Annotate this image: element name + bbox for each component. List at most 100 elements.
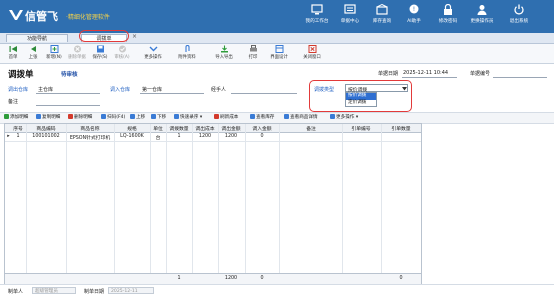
nav-inventory-query[interactable]: 库存查询: [366, 4, 398, 32]
attachment-button[interactable]: 附件资料: [173, 45, 201, 62]
remark-field[interactable]: [38, 98, 98, 104]
in-warehouse-field[interactable]: 第一仓库: [142, 86, 162, 93]
cell-out-amount[interactable]: 1200: [219, 134, 243, 139]
col-divider: [218, 124, 219, 284]
out-warehouse-field[interactable]: 主仓库: [38, 86, 53, 93]
tab-label: 功能导航: [26, 36, 47, 42]
cell-out-cost[interactable]: 1200: [193, 134, 217, 139]
gb-label: 查看商品详情: [290, 115, 318, 120]
gb-label: 查看库存: [256, 115, 275, 120]
toolbar-label: 新增(N): [46, 55, 62, 60]
view-product-detail-button[interactable]: 查看商品详情: [284, 114, 318, 122]
add-detail-button[interactable]: 添加明细: [4, 114, 28, 122]
table-header: 序号 商品编码 商品名称 规格 单位 调拨数量 调出成本 调出金额 调入金额 备…: [5, 124, 421, 133]
cell-spec[interactable]: LQ-1600K: [115, 134, 149, 139]
more-actions-button[interactable]: 更多操作: [138, 45, 168, 62]
inventory-icon: [376, 4, 388, 15]
col-header-spec[interactable]: 规格: [115, 125, 149, 132]
toolbar-label: 导入导出: [215, 55, 233, 60]
cell-in-amount[interactable]: 0: [247, 134, 277, 139]
view-stock-button[interactable]: 查看库存: [250, 114, 274, 122]
col-header-unit[interactable]: 单位: [151, 125, 165, 132]
tab-close-icon[interactable]: ×: [132, 33, 137, 40]
ui-design-button[interactable]: 界面设计: [265, 45, 293, 62]
refresh-cost-button[interactable]: 刷新成本: [214, 114, 238, 122]
audit-button[interactable]: 审核(A): [111, 45, 133, 62]
doc-date-field[interactable]: 2025-12-11 10:44: [403, 70, 448, 76]
cell-seq[interactable]: 1: [12, 134, 24, 139]
new-button[interactable]: 新增(N): [43, 45, 65, 62]
out-warehouse-label[interactable]: 调出仓库: [8, 86, 28, 93]
col-header-remark[interactable]: 备注: [281, 125, 341, 132]
toolbar-label: 首单: [8, 55, 18, 60]
import-export-icon: [220, 45, 228, 53]
col-header-ref-no[interactable]: 引单编号: [343, 125, 379, 132]
move-down-button[interactable]: 下移: [151, 114, 166, 122]
switch-user-icon: [477, 5, 487, 15]
nav-label: 更换操作员: [470, 19, 494, 24]
more-icon: [149, 46, 157, 52]
first-button[interactable]: 首单: [3, 45, 23, 62]
save-button[interactable]: 保存(S): [89, 45, 111, 62]
col-header-seq[interactable]: 序号: [12, 125, 24, 132]
gb-label: 添加明细: [10, 115, 29, 120]
scan-button[interactable]: 扫码(F4): [101, 114, 125, 122]
nav-switch-operator[interactable]: 更换操作员: [466, 4, 498, 32]
delete-icon: [73, 45, 81, 53]
stock-icon: [250, 114, 255, 119]
more-ops-button[interactable]: 更多操作 ▾: [330, 114, 358, 122]
design-icon: [275, 45, 283, 53]
cell-code[interactable]: 100101002: [27, 134, 65, 139]
col-header-code[interactable]: 商品编码: [27, 125, 65, 132]
remark-underline: [36, 105, 100, 106]
nav-my-workbench[interactable]: 我的工作台: [301, 4, 333, 32]
print-button[interactable]: 打印: [244, 45, 262, 62]
nav-ai-assistant[interactable]: ! AI助手: [398, 4, 430, 32]
scan-icon: [101, 114, 106, 119]
move-up-button[interactable]: 上移: [130, 114, 145, 122]
col-header-out-amount[interactable]: 调出金额: [219, 125, 243, 132]
col-header-name[interactable]: 商品名称: [67, 125, 113, 132]
doc-no-field[interactable]: [494, 70, 546, 76]
close-window-icon: [308, 45, 316, 53]
col-header-in-amount[interactable]: 调入金额: [247, 125, 277, 132]
gb-label: 删除明细: [74, 115, 93, 120]
main-toolbar: 首单 上张 新增(N) 删除单据 保存(S) 审核(A) 更多操作 附件资料 导…: [0, 44, 554, 64]
close-window-button[interactable]: 关闭窗口: [298, 45, 326, 62]
doc-no-underline: [493, 77, 547, 78]
delete-document-button[interactable]: 删除单据: [65, 45, 89, 62]
toolbar-label: 界面设计: [270, 55, 288, 60]
quick-entry-button[interactable]: 快速录序 ▾: [174, 114, 202, 122]
table-row[interactable]: ▸ 1 100101002 EPSON针式打印机 LQ-1600K 台 1 12…: [5, 133, 421, 142]
nav-label: 单据中心: [340, 19, 360, 24]
handler-underline: [231, 93, 297, 94]
page-title: 调拨单: [8, 70, 34, 80]
footer-bar: 制单人 超级管理员 制单日期 2025-12-11: [0, 284, 554, 302]
col-divider: [192, 124, 193, 284]
refresh-cost-icon: [214, 114, 219, 119]
nav-change-password[interactable]: 修改密码: [432, 4, 464, 32]
col-header-qty[interactable]: 调拨数量: [167, 125, 191, 132]
copy-detail-button[interactable]: 复制明细: [36, 114, 60, 122]
in-warehouse-label[interactable]: 调入仓库: [110, 86, 130, 93]
down-icon: [151, 114, 156, 119]
col-header-out-cost[interactable]: 调出成本: [193, 125, 217, 132]
import-export-button[interactable]: 导入导出: [209, 45, 239, 62]
cell-name[interactable]: EPSON针式打印机: [67, 134, 113, 141]
desk-icon: [311, 4, 323, 15]
tab-function-nav[interactable]: 功能导航: [6, 34, 68, 42]
col-header-ref-qty[interactable]: 引单数量: [383, 125, 419, 132]
gb-label: 快速录序 ▾: [180, 115, 203, 120]
handler-field[interactable]: [233, 86, 293, 92]
gb-label: 更多操作 ▾: [336, 115, 359, 120]
detail-table: 序号 商品编码 商品名称 规格 单位 调拨数量 调出成本 调出金额 调入金额 备…: [4, 123, 422, 285]
make-date-field: 2025-12-11: [108, 287, 154, 294]
delete-detail-button[interactable]: 删除明细: [68, 114, 92, 122]
cell-qty[interactable]: 1: [167, 134, 191, 139]
nav-exit-system[interactable]: 退出系统: [503, 4, 535, 32]
nav-document-center[interactable]: 单据中心: [334, 4, 366, 32]
prev-button[interactable]: 上张: [23, 45, 43, 62]
print-icon: [249, 45, 257, 52]
cell-unit[interactable]: 台: [151, 134, 165, 141]
maker-field: 超级管理员: [32, 287, 76, 294]
